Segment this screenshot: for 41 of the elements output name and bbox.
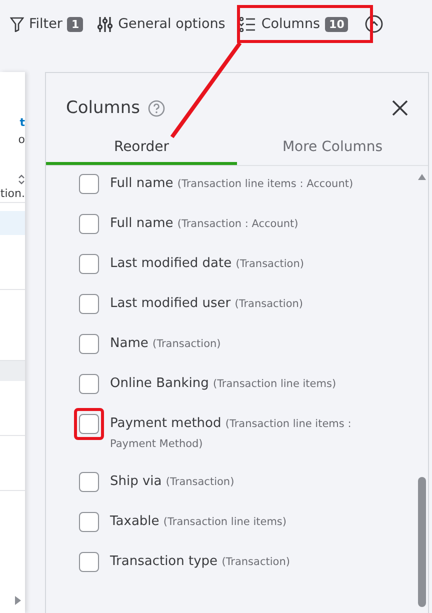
count-badge: 10 [325,16,348,32]
funnel-icon [10,16,24,32]
column-option-label: Last modified user (Transaction) [110,295,304,313]
tab[interactable]: Reorder [46,133,237,165]
checkbox[interactable] [79,174,99,194]
column-option-label: Transaction type (Transaction) [110,553,291,571]
column-option-label: Online Banking (Transaction line items) [110,375,338,393]
checkbox[interactable] [79,512,99,532]
column-option-label: Payment method (Transaction line items : Payment Method) [110,415,352,452]
general-options-button[interactable]: General options [90,7,232,41]
cell-text: o [17,132,25,148]
panel-title: Columns [66,98,140,118]
sliders-icon [97,16,114,32]
column-option-label: Taxable (Transaction line items) [110,513,288,531]
checkbox[interactable] [79,214,99,234]
columns-button[interactable]: Columns 10 [232,7,356,41]
sort-icon[interactable] [18,174,25,185]
column-header: tion. [0,186,25,202]
close-button[interactable] [392,100,408,116]
checklist-icon [239,16,256,32]
checkbox[interactable] [79,374,99,394]
column-option-label: Ship via (Transaction) [110,473,236,491]
checkbox[interactable] [79,552,99,572]
help-icon[interactable] [148,100,165,116]
scroll-right-icon[interactable] [15,596,21,605]
checkbox[interactable] [79,334,99,354]
filter-button[interactable]: Filter 1 [3,7,90,41]
link-text[interactable]: t [0,114,25,131]
checkbox[interactable] [79,254,99,274]
collapse-icon[interactable] [365,15,384,33]
scrollbar-thumb[interactable] [418,477,426,607]
checkbox[interactable] [79,472,99,492]
column-option-label: Full name (Transaction : Account) [110,215,300,233]
tab[interactable]: More Columns [237,133,428,165]
checkbox[interactable] [79,414,99,434]
column-option-label: Last modified date (Transaction) [110,255,305,273]
count-badge: 1 [67,16,84,32]
scroll-up-icon[interactable] [418,174,426,180]
column-option-label: Full name (Transaction line items : Account) [110,175,354,193]
column-option-label: Name (Transaction) [110,335,222,353]
checkbox[interactable] [79,294,99,314]
